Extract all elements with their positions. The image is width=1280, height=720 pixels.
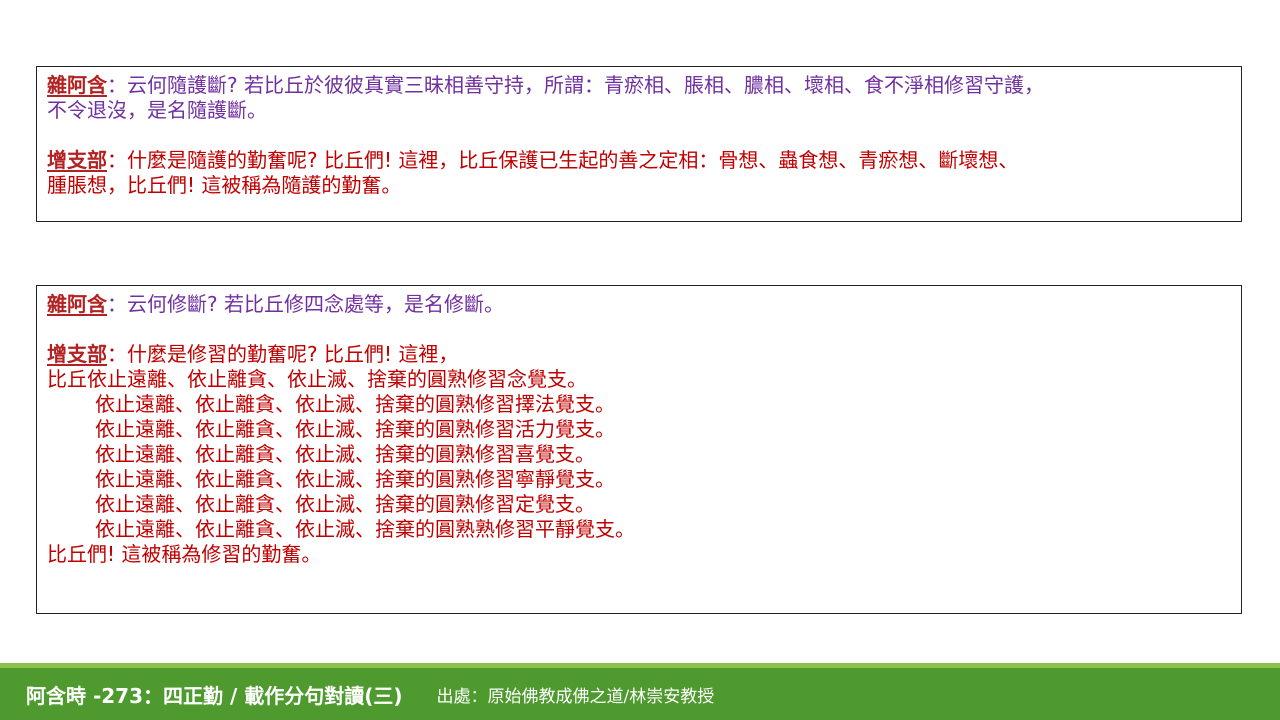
anguttara-paragraph: 增支部：什麼是隨護的勤奮呢? 比丘們! 這裡，比丘保護已生起的善之定相：骨想、蟲… (47, 148, 1231, 198)
anguttara-paragraph: 增支部：什麼是修習的勤奮呢? 比丘們! 這裡， 比丘依止遠離、依止離貪、依止滅、… (47, 342, 1231, 567)
samyukta-paragraph: 雜阿含：云何隨護斷? 若比丘於彼彼真實三昧相善守持，所謂：青瘀相、脹相、膿相、壞… (47, 73, 1231, 123)
anguttara-text: ：什麼是隨護的勤奮呢? 比丘們! 這裡，比丘保護已生起的善之定相：骨想、蟲食想、… (107, 148, 1019, 172)
factor-line: 依止遠離、依止離貪、依止滅、捨棄的圓熟修習喜覺支。 (95, 442, 595, 466)
samyukta-text-cont: 不令退沒，是名隨護斷。 (47, 98, 267, 122)
factor-line: 依止遠離、依止離貪、依止滅、捨棄的圓熟修習寧靜覺支。 (95, 467, 615, 491)
factor-line: 比丘依止遠離、依止離貪、依止滅、捨棄的圓熟修習念覺支。 (47, 367, 587, 391)
anguttara-label: 增支部 (47, 342, 107, 366)
factor-line: 依止遠離、依止離貪、依止滅、捨棄的圓熟熟修習平靜覺支。 (95, 517, 635, 541)
samyukta-label: 雜阿含 (47, 292, 107, 316)
anguttara-text: ：什麼是修習的勤奮呢? 比丘們! 這裡， (107, 342, 459, 366)
factor-line: 依止遠離、依止離貪、依止滅、捨棄的圓熟修習活力覺支。 (95, 417, 615, 441)
passage-box-xiu: 雜阿含：云何修斷? 若比丘修四念處等，是名修斷。 增支部：什麼是修習的勤奮呢? … (36, 285, 1242, 614)
footer-source: 出處：原始佛教成佛之道/林崇安教授 (436, 686, 715, 707)
footer-bar: 阿含時 -273：四正勤 / 載作分句對讀(三) 出處：原始佛教成佛之道/林崇安… (0, 668, 1280, 720)
closing-line: 比丘們! 這被稱為修習的勤奮。 (47, 542, 322, 566)
passage-box-sui-hu: 雜阿含：云何隨護斷? 若比丘於彼彼真實三昧相善守持，所謂：青瘀相、脹相、膿相、壞… (36, 66, 1242, 222)
anguttara-label: 增支部 (47, 148, 107, 172)
footer: 阿含時 -273：四正勤 / 載作分句對讀(三) 出處：原始佛教成佛之道/林崇安… (0, 663, 1280, 720)
samyukta-label: 雜阿含 (47, 73, 107, 97)
factor-line: 依止遠離、依止離貪、依止滅、捨棄的圓熟修習定覺支。 (95, 492, 595, 516)
samyukta-text: ：云何修斷? 若比丘修四念處等，是名修斷。 (107, 292, 504, 316)
footer-title: 阿含時 -273：四正勤 / 載作分句對讀(三) (26, 683, 403, 708)
samyukta-paragraph: 雜阿含：云何修斷? 若比丘修四念處等，是名修斷。 (47, 292, 1231, 317)
factor-line: 依止遠離、依止離貪、依止滅、捨棄的圓熟修習擇法覺支。 (95, 392, 615, 416)
anguttara-text-cont: 腫脹想，比丘們! 這被稱為隨護的勤奮。 (47, 173, 402, 197)
samyukta-text: ：云何隨護斷? 若比丘於彼彼真實三昧相善守持，所謂：青瘀相、脹相、膿相、壞相、食… (107, 73, 1044, 97)
